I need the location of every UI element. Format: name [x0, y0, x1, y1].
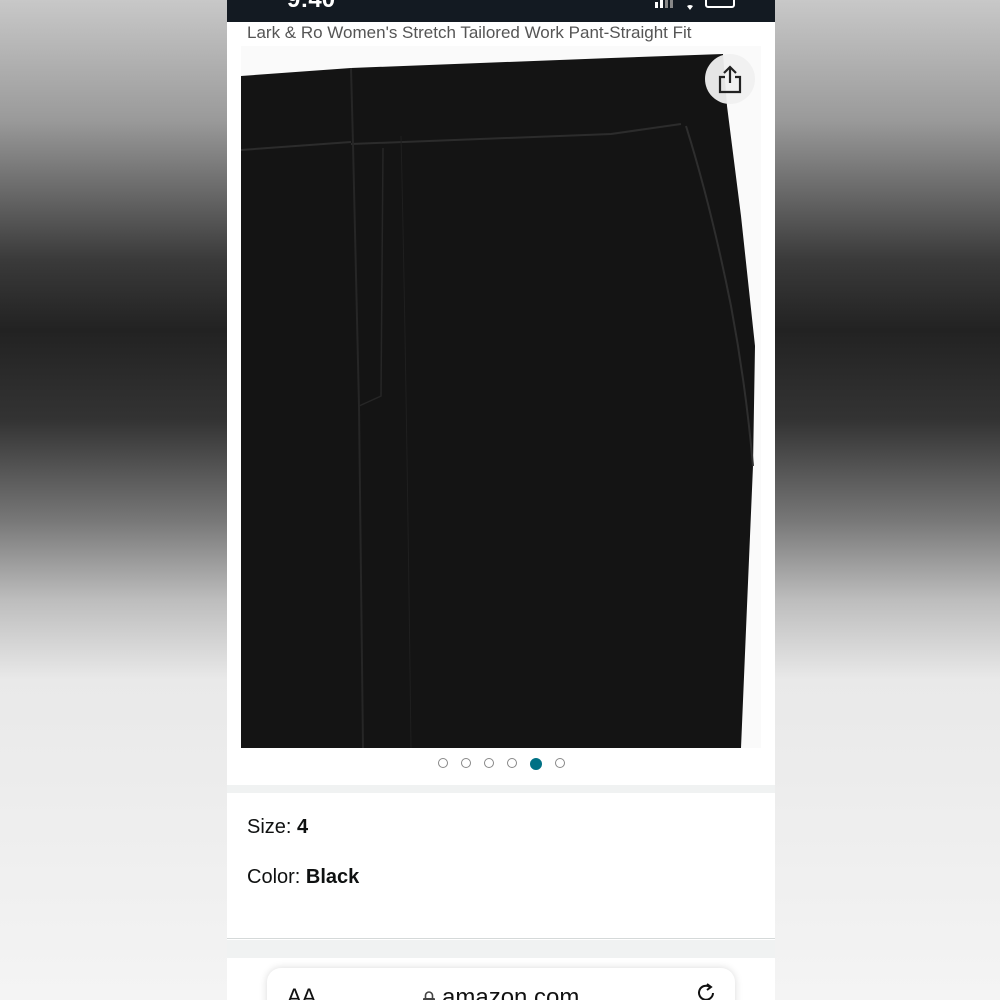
carousel-dot[interactable] — [506, 758, 517, 768]
text-size-button[interactable]: AA — [287, 984, 316, 1000]
section-divider — [227, 785, 775, 793]
product-title[interactable]: Lark & Ro Women's Stretch Tailored Work … — [247, 23, 757, 43]
status-icons — [655, 0, 735, 10]
phone-screen: 9:40 Lark & Ro Women's Stretch Tailored … — [227, 0, 775, 1000]
reload-button[interactable] — [695, 982, 717, 1000]
signal-icon — [655, 0, 675, 8]
battery-icon — [705, 0, 735, 8]
carousel-pagination — [227, 758, 775, 770]
size-value: 4 — [297, 816, 309, 838]
share-button[interactable] — [705, 54, 755, 104]
carousel-dot[interactable] — [460, 758, 471, 768]
carousel-dot-active[interactable] — [529, 758, 542, 770]
section-divider — [227, 940, 775, 958]
product-image[interactable] — [241, 46, 761, 748]
divider — [227, 938, 775, 939]
product-image-carousel[interactable] — [241, 46, 761, 748]
share-icon — [718, 65, 742, 94]
url-text[interactable]: amazon.com — [422, 984, 579, 1000]
carousel-dot[interactable] — [483, 758, 494, 768]
reload-icon — [698, 983, 714, 1000]
carousel-dot[interactable] — [437, 758, 448, 768]
size-selector[interactable]: Size: 4 — [247, 816, 308, 839]
color-label: Color: — [247, 866, 306, 888]
status-bar: 9:40 — [227, 0, 775, 22]
lock-icon — [422, 986, 436, 1000]
status-time: 9:40 — [287, 0, 335, 14]
color-value: Black — [305, 866, 360, 888]
browser-address-bar[interactable]: AA amazon.com — [267, 968, 735, 1000]
carousel-dot[interactable] — [554, 758, 565, 768]
url-label: amazon.com — [442, 984, 580, 1000]
wifi-icon — [683, 0, 697, 10]
size-label: Size: — [247, 816, 298, 838]
color-selector[interactable]: Color: Black — [247, 866, 359, 889]
